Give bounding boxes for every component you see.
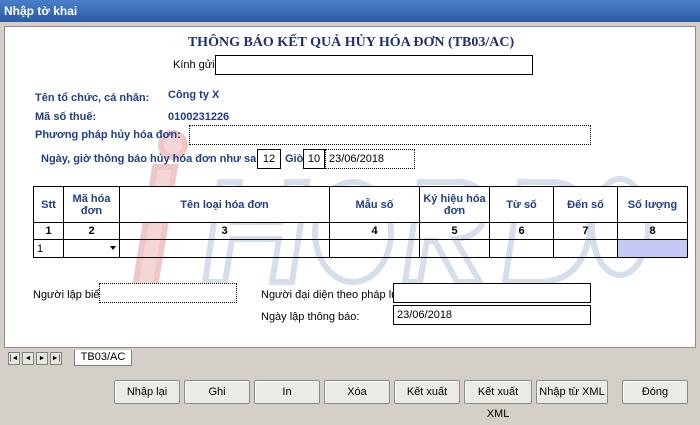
nguoi-lap-input[interactable] bbox=[99, 283, 237, 303]
method-input[interactable] bbox=[189, 125, 591, 145]
ket-xuat-xml-button[interactable]: Kết xuất XML bbox=[464, 380, 532, 420]
dai-dien-input[interactable] bbox=[393, 283, 591, 303]
method-label: Phương pháp hủy hóa đơn: bbox=[35, 129, 181, 141]
form-sheet: THÔNG BÁO KẾT QUẢ HỦY HÓA ĐƠN (TB03/AC) … bbox=[4, 26, 696, 348]
form-heading: THÔNG BÁO KẾT QUẢ HỦY HÓA ĐƠN (TB03/AC) bbox=[187, 35, 515, 50]
ngay-lap-input[interactable]: 23/06/2018 bbox=[393, 305, 591, 325]
header-ma-hoa-don: Mã hóa đơn bbox=[63, 186, 120, 223]
cell-ky-hieu[interactable] bbox=[419, 239, 490, 258]
gio-label: Giờ bbox=[285, 153, 305, 165]
col-number: 5 bbox=[419, 222, 490, 240]
header-ky-hieu: Ký hiệu hóa đơn bbox=[419, 186, 490, 223]
minute-input[interactable]: 10 bbox=[303, 149, 325, 169]
dai-dien-label: Người đại diện theo pháp luật bbox=[261, 289, 407, 301]
table-row: 1 bbox=[33, 239, 688, 258]
xoa-button[interactable]: Xóa bbox=[324, 380, 390, 404]
tax-label: Mã số thuế: bbox=[35, 111, 97, 123]
header-mau-so: Mẫu số bbox=[329, 186, 420, 223]
next-sheet-icon[interactable]: ► bbox=[36, 352, 48, 365]
nguoi-lap-label: Người lập biểu: bbox=[33, 289, 109, 301]
sheet-tab-bar: |◄ ◄ ► ►| TB03/AC bbox=[4, 350, 696, 368]
nhap-lai-button[interactable]: Nhập lại bbox=[114, 380, 180, 404]
header-den-so: Đến số bbox=[553, 186, 618, 223]
window-title: Nhập tờ khai bbox=[0, 0, 700, 22]
ngay-lap-label: Ngày lập thông báo: bbox=[261, 311, 360, 323]
header-ten-loai: Tên loại hóa đơn bbox=[119, 186, 330, 223]
ghi-button[interactable]: Ghi bbox=[184, 380, 250, 404]
dong-button[interactable]: Đóng bbox=[622, 380, 688, 404]
cell-mau-so[interactable] bbox=[329, 239, 420, 258]
cell-stt[interactable]: 1 bbox=[33, 239, 64, 258]
cell-so-luong[interactable] bbox=[617, 239, 688, 258]
ket-xuat-button[interactable]: Kết xuất bbox=[394, 380, 460, 404]
org-label: Tên tổ chức, cá nhân: bbox=[35, 92, 150, 104]
header-tu-so: Từ số bbox=[489, 186, 554, 223]
date-label: Ngày, giờ thông báo hủy hóa đơn như sau: bbox=[41, 153, 267, 165]
kinh-gui-label: Kính gửi: bbox=[173, 59, 218, 71]
header-so-luong: Số lượng bbox=[617, 186, 688, 223]
cell-tu-so[interactable] bbox=[489, 239, 554, 258]
chevron-down-icon[interactable] bbox=[110, 246, 116, 250]
prev-sheet-icon[interactable]: ◄ bbox=[22, 352, 34, 365]
date-input[interactable]: 23/06/2018 bbox=[325, 149, 415, 169]
cell-den-so[interactable] bbox=[553, 239, 618, 258]
kinh-gui-input[interactable] bbox=[215, 55, 533, 75]
col-number: 6 bbox=[489, 222, 554, 240]
hour-input[interactable]: 12 bbox=[257, 149, 281, 169]
cell-ma-hoa-don-dropdown[interactable] bbox=[63, 239, 120, 258]
in-button[interactable]: In bbox=[254, 380, 320, 404]
col-number: 2 bbox=[63, 222, 120, 240]
col-number: 8 bbox=[617, 222, 688, 240]
col-number: 4 bbox=[329, 222, 420, 240]
col-number: 7 bbox=[553, 222, 618, 240]
header-stt: Stt bbox=[33, 186, 64, 223]
nhap-tu-xml-button[interactable]: Nhập từ XML bbox=[536, 380, 608, 404]
col-number: 1 bbox=[33, 222, 64, 240]
org-value: Công ty X bbox=[168, 89, 220, 101]
first-sheet-icon[interactable]: |◄ bbox=[8, 352, 20, 365]
last-sheet-icon[interactable]: ►| bbox=[50, 352, 62, 365]
invoice-table: Stt Mã hóa đơn Tên loại hóa đơn Mẫu số K… bbox=[33, 186, 688, 258]
col-number: 3 bbox=[119, 222, 330, 240]
tax-value: 0100231226 bbox=[168, 111, 230, 123]
tab-tb03-ac[interactable]: TB03/AC bbox=[74, 350, 132, 366]
cell-ten-loai[interactable] bbox=[119, 239, 330, 258]
button-row: Nhập lại Ghi In Xóa Kết xuất Kết xuất XM… bbox=[0, 380, 700, 420]
